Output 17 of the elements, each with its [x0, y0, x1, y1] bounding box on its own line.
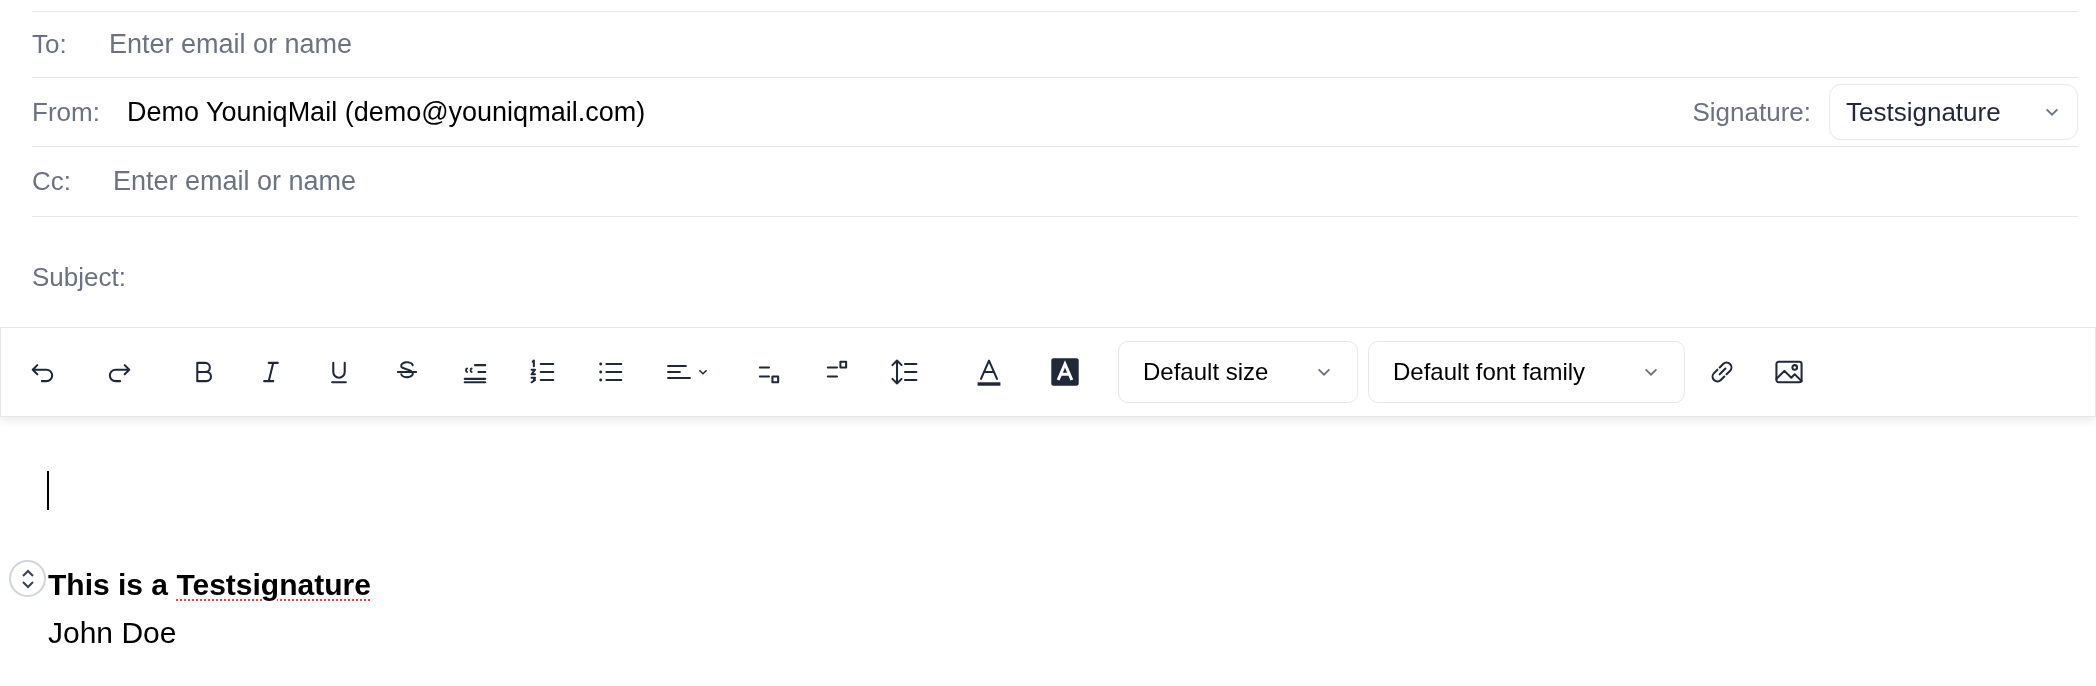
- chevron-up-down-icon: [19, 567, 36, 590]
- recipient-field[interactable]: Enter email or name: [113, 161, 2078, 202]
- dropdown[interactable]: Default size: [1118, 341, 1358, 403]
- sender-value: Demo YouniqMail (demo@youniqmail.com): [127, 95, 647, 129]
- field-label: Signature:: [1692, 95, 1811, 129]
- dropdown[interactable]: Default font family: [1368, 341, 1685, 403]
- field-label: Subject:: [32, 260, 126, 294]
- recipient-field[interactable]: Enter email or name: [109, 24, 2078, 65]
- field-label: From:: [32, 95, 101, 129]
- field-label: Cc:: [32, 165, 72, 198]
- signature-line: This is a Testsignature: [48, 567, 371, 603]
- signature-line: John Doe: [48, 615, 178, 651]
- highlight-icon: [1049, 356, 1081, 388]
- expand-toggle[interactable]: [9, 560, 46, 597]
- field-label: To:: [32, 28, 68, 61]
- signature-dropdown[interactable]: Testsignature: [1829, 84, 2078, 140]
- text-cursor: [47, 471, 49, 510]
